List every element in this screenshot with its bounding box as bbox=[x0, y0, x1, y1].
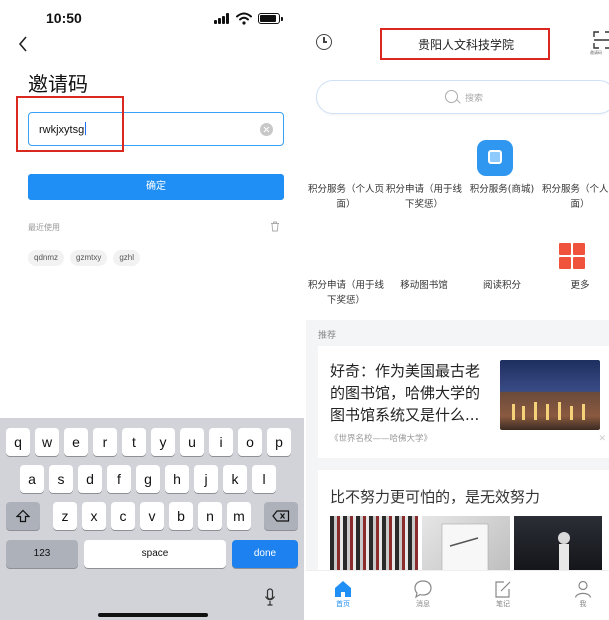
key-b[interactable]: b bbox=[169, 502, 193, 530]
trash-icon[interactable] bbox=[270, 221, 280, 232]
keyboard-row-2: a s d f g h j k l bbox=[0, 465, 304, 493]
grid-item[interactable]: 积分服务（个人页面） bbox=[542, 182, 609, 212]
key-w[interactable]: w bbox=[35, 428, 59, 456]
key-c[interactable]: c bbox=[111, 502, 135, 530]
shop-app-icon[interactable] bbox=[477, 140, 513, 176]
key-s[interactable]: s bbox=[49, 465, 73, 493]
key-h[interactable]: h bbox=[165, 465, 189, 493]
article-source: 《世界名校——哈佛大学》 bbox=[330, 434, 433, 444]
signal-icon bbox=[214, 13, 230, 24]
grid-item[interactable]: 积分服务(商城) bbox=[464, 182, 540, 197]
numbers-key[interactable]: 123 bbox=[6, 540, 78, 568]
grid-item[interactable]: 阅读积分 bbox=[464, 278, 540, 293]
article-card[interactable]: 比不努力更可怕的，是无效努力 bbox=[318, 470, 609, 576]
done-key[interactable]: done bbox=[232, 540, 298, 568]
shift-key[interactable] bbox=[6, 502, 40, 530]
recommend-label: 推荐 bbox=[318, 331, 337, 341]
space-key[interactable]: space bbox=[84, 540, 226, 568]
article-card[interactable]: 好奇：作为美国最古老的图书馆，哈佛大学的图书馆系统又是什么... 《世界名校——… bbox=[318, 346, 609, 458]
grid-item[interactable]: 积分申请（用于线下奖惩） bbox=[386, 182, 462, 212]
tab-home[interactable]: 首页 bbox=[318, 577, 368, 609]
key-d[interactable]: d bbox=[78, 465, 102, 493]
annotation-highlight-box bbox=[380, 28, 550, 60]
key-n[interactable]: n bbox=[198, 502, 222, 530]
recent-code-chip[interactable]: gzhl bbox=[113, 250, 141, 266]
tab-label: 消息 bbox=[416, 600, 430, 608]
key-y[interactable]: y bbox=[151, 428, 175, 456]
tab-label: 首页 bbox=[336, 600, 350, 608]
key-q[interactable]: q bbox=[6, 428, 30, 456]
page-title: 邀请码 bbox=[28, 72, 88, 96]
key-t[interactable]: t bbox=[122, 428, 146, 456]
grid-item[interactable]: 移动图书馆 bbox=[386, 278, 462, 293]
more-grid-icon[interactable] bbox=[559, 243, 585, 269]
annotation-highlight-box bbox=[16, 96, 124, 152]
key-a[interactable]: a bbox=[20, 465, 44, 493]
grid-item[interactable]: 更多 bbox=[542, 278, 609, 293]
tab-messages[interactable]: 消息 bbox=[398, 577, 448, 609]
key-z[interactable]: z bbox=[53, 502, 77, 530]
microphone-icon[interactable] bbox=[264, 588, 276, 606]
key-f[interactable]: f bbox=[107, 465, 131, 493]
person-photo bbox=[514, 516, 602, 576]
close-icon[interactable]: ✕ bbox=[598, 434, 606, 444]
invite-code-screen: 10:50 邀请码 rwkjxytsg 确定 最近使用 qdnmz gzmtxy g… bbox=[0, 0, 304, 620]
grid-item[interactable]: 积分申请（用于线下奖惩） bbox=[308, 278, 384, 308]
key-j[interactable]: j bbox=[194, 465, 218, 493]
search-icon bbox=[445, 90, 458, 103]
article-title: 好奇：作为美国最古老的图书馆，哈佛大学的图书馆系统又是什么... bbox=[330, 362, 481, 424]
key-i[interactable]: i bbox=[209, 428, 233, 456]
message-icon bbox=[414, 580, 432, 599]
recent-code-chip[interactable]: gzmtxy bbox=[70, 250, 108, 266]
tab-label: 笔记 bbox=[496, 600, 510, 608]
battery-icon bbox=[258, 13, 283, 24]
tab-label: 我 bbox=[579, 600, 587, 608]
keyboard-row-3: z x c v b n m bbox=[0, 502, 304, 530]
scan-label: 邀请码 bbox=[590, 50, 602, 55]
recent-code-chip[interactable]: qdnmz bbox=[28, 250, 65, 266]
key-g[interactable]: g bbox=[136, 465, 160, 493]
key-u[interactable]: u bbox=[180, 428, 204, 456]
key-k[interactable]: k bbox=[223, 465, 247, 493]
clock-icon[interactable] bbox=[316, 34, 332, 50]
confirm-button[interactable]: 确定 bbox=[28, 174, 284, 200]
note-icon bbox=[495, 581, 511, 598]
grid-item[interactable]: 积分服务（个人页面） bbox=[308, 182, 384, 212]
back-chevron-icon[interactable] bbox=[14, 34, 34, 54]
delete-key[interactable] bbox=[264, 502, 298, 530]
search-bar[interactable]: 搜索 bbox=[316, 80, 609, 114]
shift-icon bbox=[15, 509, 31, 523]
key-o[interactable]: o bbox=[238, 428, 262, 456]
keyboard-row-1: q w e r t y u i o p bbox=[0, 428, 304, 456]
tab-me[interactable]: 我 bbox=[558, 577, 608, 609]
key-l[interactable]: l bbox=[252, 465, 276, 493]
key-m[interactable]: m bbox=[227, 502, 251, 530]
person-icon bbox=[574, 580, 592, 598]
status-icons bbox=[214, 10, 284, 26]
key-e[interactable]: e bbox=[64, 428, 88, 456]
app-home-screen: 贵阳人文科技学院 邀请码 搜索 积分服务（个人页面） 积分申请（用于线下奖惩） … bbox=[306, 0, 609, 620]
keyboard: q w e r t y u i o p a s d f g h j k l z bbox=[0, 418, 304, 620]
key-r[interactable]: r bbox=[93, 428, 117, 456]
search-placeholder: 搜索 bbox=[465, 94, 484, 104]
home-icon bbox=[335, 581, 351, 597]
status-bar: 10:50 bbox=[0, 0, 304, 36]
key-x[interactable]: x bbox=[82, 502, 106, 530]
recent-codes: qdnmz gzmtxy gzhl bbox=[28, 245, 146, 266]
bottom-tab-bar: 首页 消息 笔记 我 bbox=[306, 570, 609, 620]
books-photo bbox=[330, 516, 418, 576]
recent-label: 最近使用 bbox=[28, 223, 60, 232]
library-photo bbox=[500, 360, 600, 430]
article-title: 比不努力更可怕的，是无效努力 bbox=[330, 488, 541, 506]
key-v[interactable]: v bbox=[140, 502, 164, 530]
home-indicator bbox=[98, 613, 208, 617]
clear-input-icon[interactable] bbox=[260, 123, 273, 136]
wifi-icon bbox=[236, 12, 252, 25]
key-p[interactable]: p bbox=[267, 428, 291, 456]
keyboard-row-4: 123 space done bbox=[0, 540, 304, 568]
status-time: 10:50 bbox=[46, 10, 82, 26]
notebook-photo bbox=[422, 516, 510, 576]
backspace-icon bbox=[272, 510, 290, 522]
tab-notes[interactable]: 笔记 bbox=[478, 577, 528, 609]
